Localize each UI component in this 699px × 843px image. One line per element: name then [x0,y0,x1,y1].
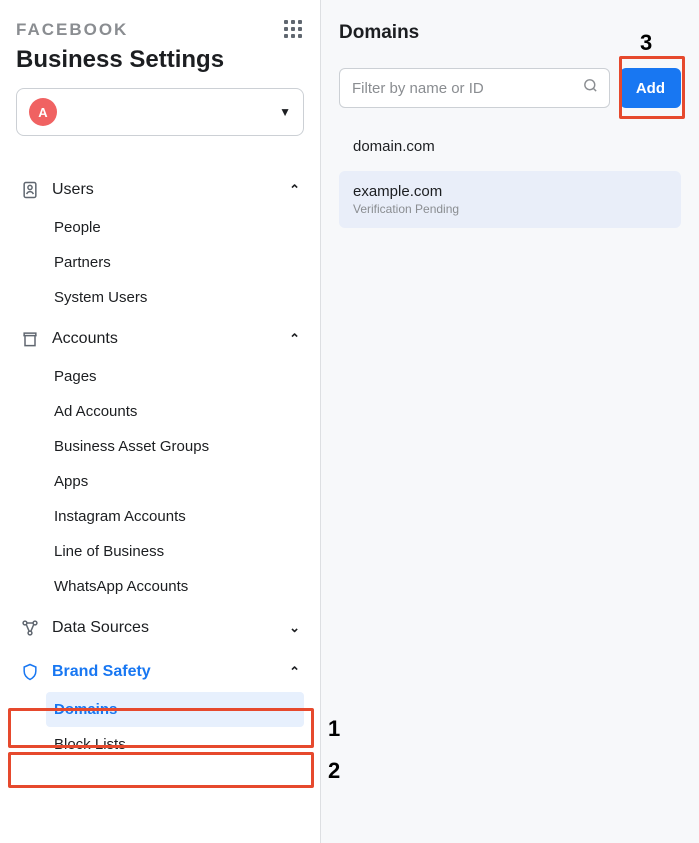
account-avatar: A [29,98,57,126]
nav-item-partners[interactable]: Partners [46,245,304,280]
nav-header-users[interactable]: Users ⌃ [16,170,304,210]
nav-label-data-sources: Data Sources [52,619,149,637]
users-icon [20,180,40,200]
accounts-icon [20,329,40,349]
nav-item-line-of-business[interactable]: Line of Business [46,534,304,569]
data-sources-icon [20,618,40,638]
search-field-wrapper[interactable] [339,68,610,108]
nav-section-brand-safety: Brand Safety ⌃ Domains Block Lists [16,652,304,762]
chevron-up-icon: ⌃ [289,331,300,347]
main-title: Domains [339,22,681,44]
nav-item-ad-accounts[interactable]: Ad Accounts [46,394,304,429]
nav-header-data-sources[interactable]: Data Sources ⌄ [16,608,304,648]
chevron-up-icon: ⌃ [289,182,300,198]
domain-name: domain.com [353,138,667,155]
shield-icon [20,662,40,682]
domain-name: example.com [353,183,667,200]
nav-section-accounts: Accounts ⌃ Pages Ad Accounts Business As… [16,319,304,604]
nav-item-apps[interactable]: Apps [46,464,304,499]
facebook-brand-label: FACEBOOK [16,20,128,40]
nav-item-business-asset-groups[interactable]: Business Asset Groups [46,429,304,464]
account-selector[interactable]: A ▼ [16,88,304,136]
apps-grid-icon[interactable] [284,20,304,40]
nav-label-brand-safety: Brand Safety [52,663,151,681]
nav-item-whatsapp-accounts[interactable]: WhatsApp Accounts [46,569,304,604]
domain-status: Verification Pending [353,202,667,216]
nav-header-brand-safety[interactable]: Brand Safety ⌃ [16,652,304,692]
nav-item-block-lists[interactable]: Block Lists [46,727,304,762]
nav-item-instagram-accounts[interactable]: Instagram Accounts [46,499,304,534]
nav-item-domains[interactable]: Domains [46,692,304,727]
nav-item-system-users[interactable]: System Users [46,280,304,315]
sidebar: FACEBOOK Business Settings A ▼ Users ⌃ P… [0,0,321,843]
search-icon [582,77,599,99]
filter-input[interactable] [352,80,575,97]
add-button[interactable]: Add [620,68,681,108]
nav-header-accounts[interactable]: Accounts ⌃ [16,319,304,359]
chevron-down-icon: ⌄ [289,620,300,636]
domain-list: domain.com example.com Verification Pend… [339,126,681,228]
domain-item[interactable]: example.com Verification Pending [339,171,681,228]
nav-item-people[interactable]: People [46,210,304,245]
page-title: Business Settings [16,46,304,74]
chevron-up-icon: ⌃ [289,664,300,680]
caret-down-icon: ▼ [279,105,291,119]
nav-label-accounts: Accounts [52,330,118,348]
nav-item-pages[interactable]: Pages [46,359,304,394]
nav-section-data-sources: Data Sources ⌄ [16,608,304,648]
main-panel: Domains Add domain.com example.com Verif… [321,0,699,843]
nav-label-users: Users [52,181,94,199]
domain-item[interactable]: domain.com [339,126,681,167]
nav-section-users: Users ⌃ People Partners System Users [16,170,304,315]
